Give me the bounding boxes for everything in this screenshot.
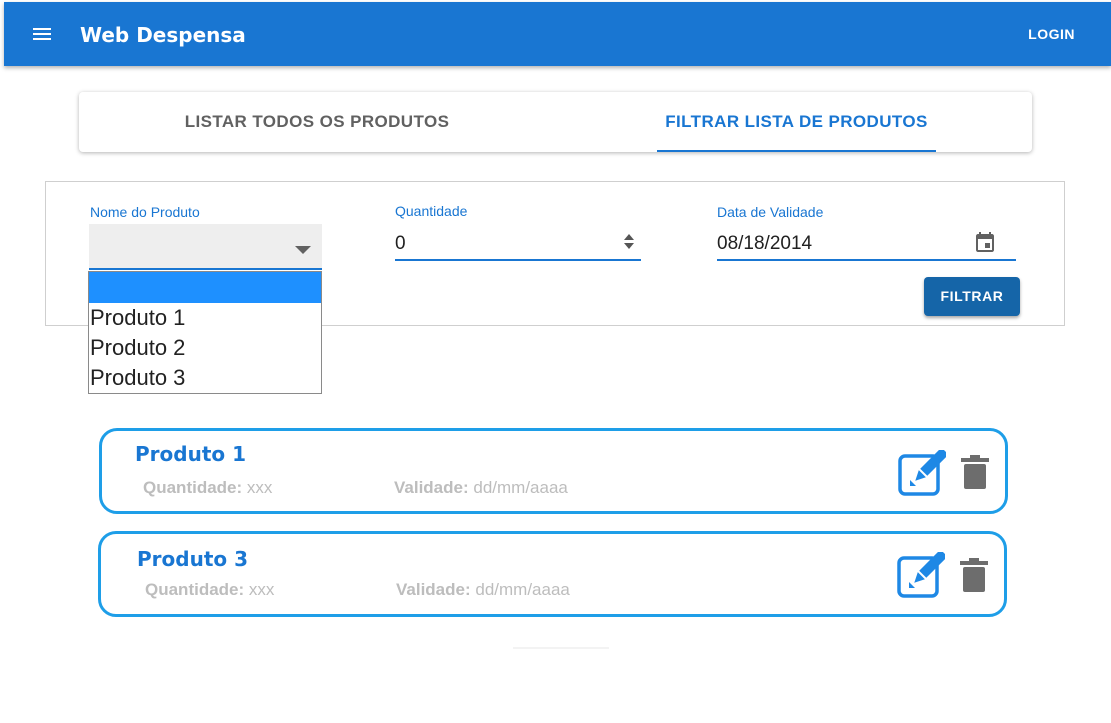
spin-up-icon[interactable] bbox=[624, 234, 634, 240]
edit-icon[interactable] bbox=[898, 450, 946, 496]
quantidade-spinner[interactable] bbox=[623, 232, 635, 252]
product-validade: Validade: dd/mm/aaaa bbox=[396, 580, 570, 600]
app-bar: Web Despensa LOGIN bbox=[4, 2, 1111, 66]
tabs-bar: LISTAR TODOS OS PRODUTOS FILTRAR LISTA D… bbox=[79, 92, 1032, 152]
tab-filtrar-lista[interactable]: FILTRAR LISTA DE PRODUTOS bbox=[657, 92, 936, 152]
quantidade-label: Quantidade bbox=[395, 203, 468, 219]
nome-produto-select[interactable] bbox=[89, 224, 322, 270]
nome-produto-dropdown-list: Produto 1 Produto 2 Produto 3 bbox=[88, 271, 322, 394]
nome-produto-label: Nome do Produto bbox=[90, 204, 200, 220]
quantidade-input[interactable] bbox=[395, 227, 641, 261]
validade-meta-value: dd/mm/aaaa bbox=[470, 580, 570, 599]
delete-icon[interactable] bbox=[960, 558, 988, 592]
tab-filtrar-lista-label: FILTRAR LISTA DE PRODUTOS bbox=[665, 112, 928, 131]
product-card: Produto 3 Quantidade: xxx Validade: dd/m… bbox=[98, 531, 1007, 617]
product-quantidade: Quantidade: xxx bbox=[143, 478, 272, 498]
dropdown-arrow-icon bbox=[295, 246, 311, 254]
divider bbox=[513, 647, 609, 649]
product-quantidade: Quantidade: xxx bbox=[145, 580, 274, 600]
active-tab-indicator bbox=[657, 150, 936, 152]
quantidade-meta-label: Quantidade: bbox=[143, 478, 243, 497]
validade-meta-label: Validade: bbox=[396, 580, 471, 599]
menu-icon[interactable] bbox=[30, 24, 58, 46]
app-title: Web Despensa bbox=[80, 23, 246, 47]
quantidade-meta-value: xxx bbox=[244, 580, 275, 599]
data-validade-input[interactable] bbox=[717, 227, 1016, 261]
quantidade-meta-value: xxx bbox=[242, 478, 273, 497]
dropdown-option-produto-1[interactable]: Produto 1 bbox=[89, 303, 321, 333]
calendar-icon[interactable] bbox=[973, 230, 997, 254]
login-button[interactable]: LOGIN bbox=[1028, 26, 1075, 42]
dropdown-option-produto-2[interactable]: Produto 2 bbox=[89, 333, 321, 363]
edit-icon[interactable] bbox=[897, 552, 945, 598]
delete-icon[interactable] bbox=[961, 455, 989, 489]
product-name: Produto 1 bbox=[135, 442, 246, 466]
product-name: Produto 3 bbox=[137, 547, 248, 571]
validade-meta-value: dd/mm/aaaa bbox=[468, 478, 568, 497]
filtrar-button[interactable]: FILTRAR bbox=[924, 277, 1020, 316]
tab-listar-todos[interactable]: LISTAR TODOS OS PRODUTOS bbox=[79, 92, 555, 152]
product-card: Produto 1 Quantidade: xxx Validade: dd/m… bbox=[99, 428, 1008, 514]
validade-meta-label: Validade: bbox=[394, 478, 469, 497]
spin-down-icon[interactable] bbox=[624, 243, 634, 249]
product-validade: Validade: dd/mm/aaaa bbox=[394, 478, 568, 498]
quantidade-meta-label: Quantidade: bbox=[145, 580, 245, 599]
data-validade-label: Data de Validade bbox=[717, 204, 824, 220]
dropdown-option-produto-3[interactable]: Produto 3 bbox=[89, 363, 321, 393]
dropdown-option-empty[interactable] bbox=[89, 272, 321, 303]
